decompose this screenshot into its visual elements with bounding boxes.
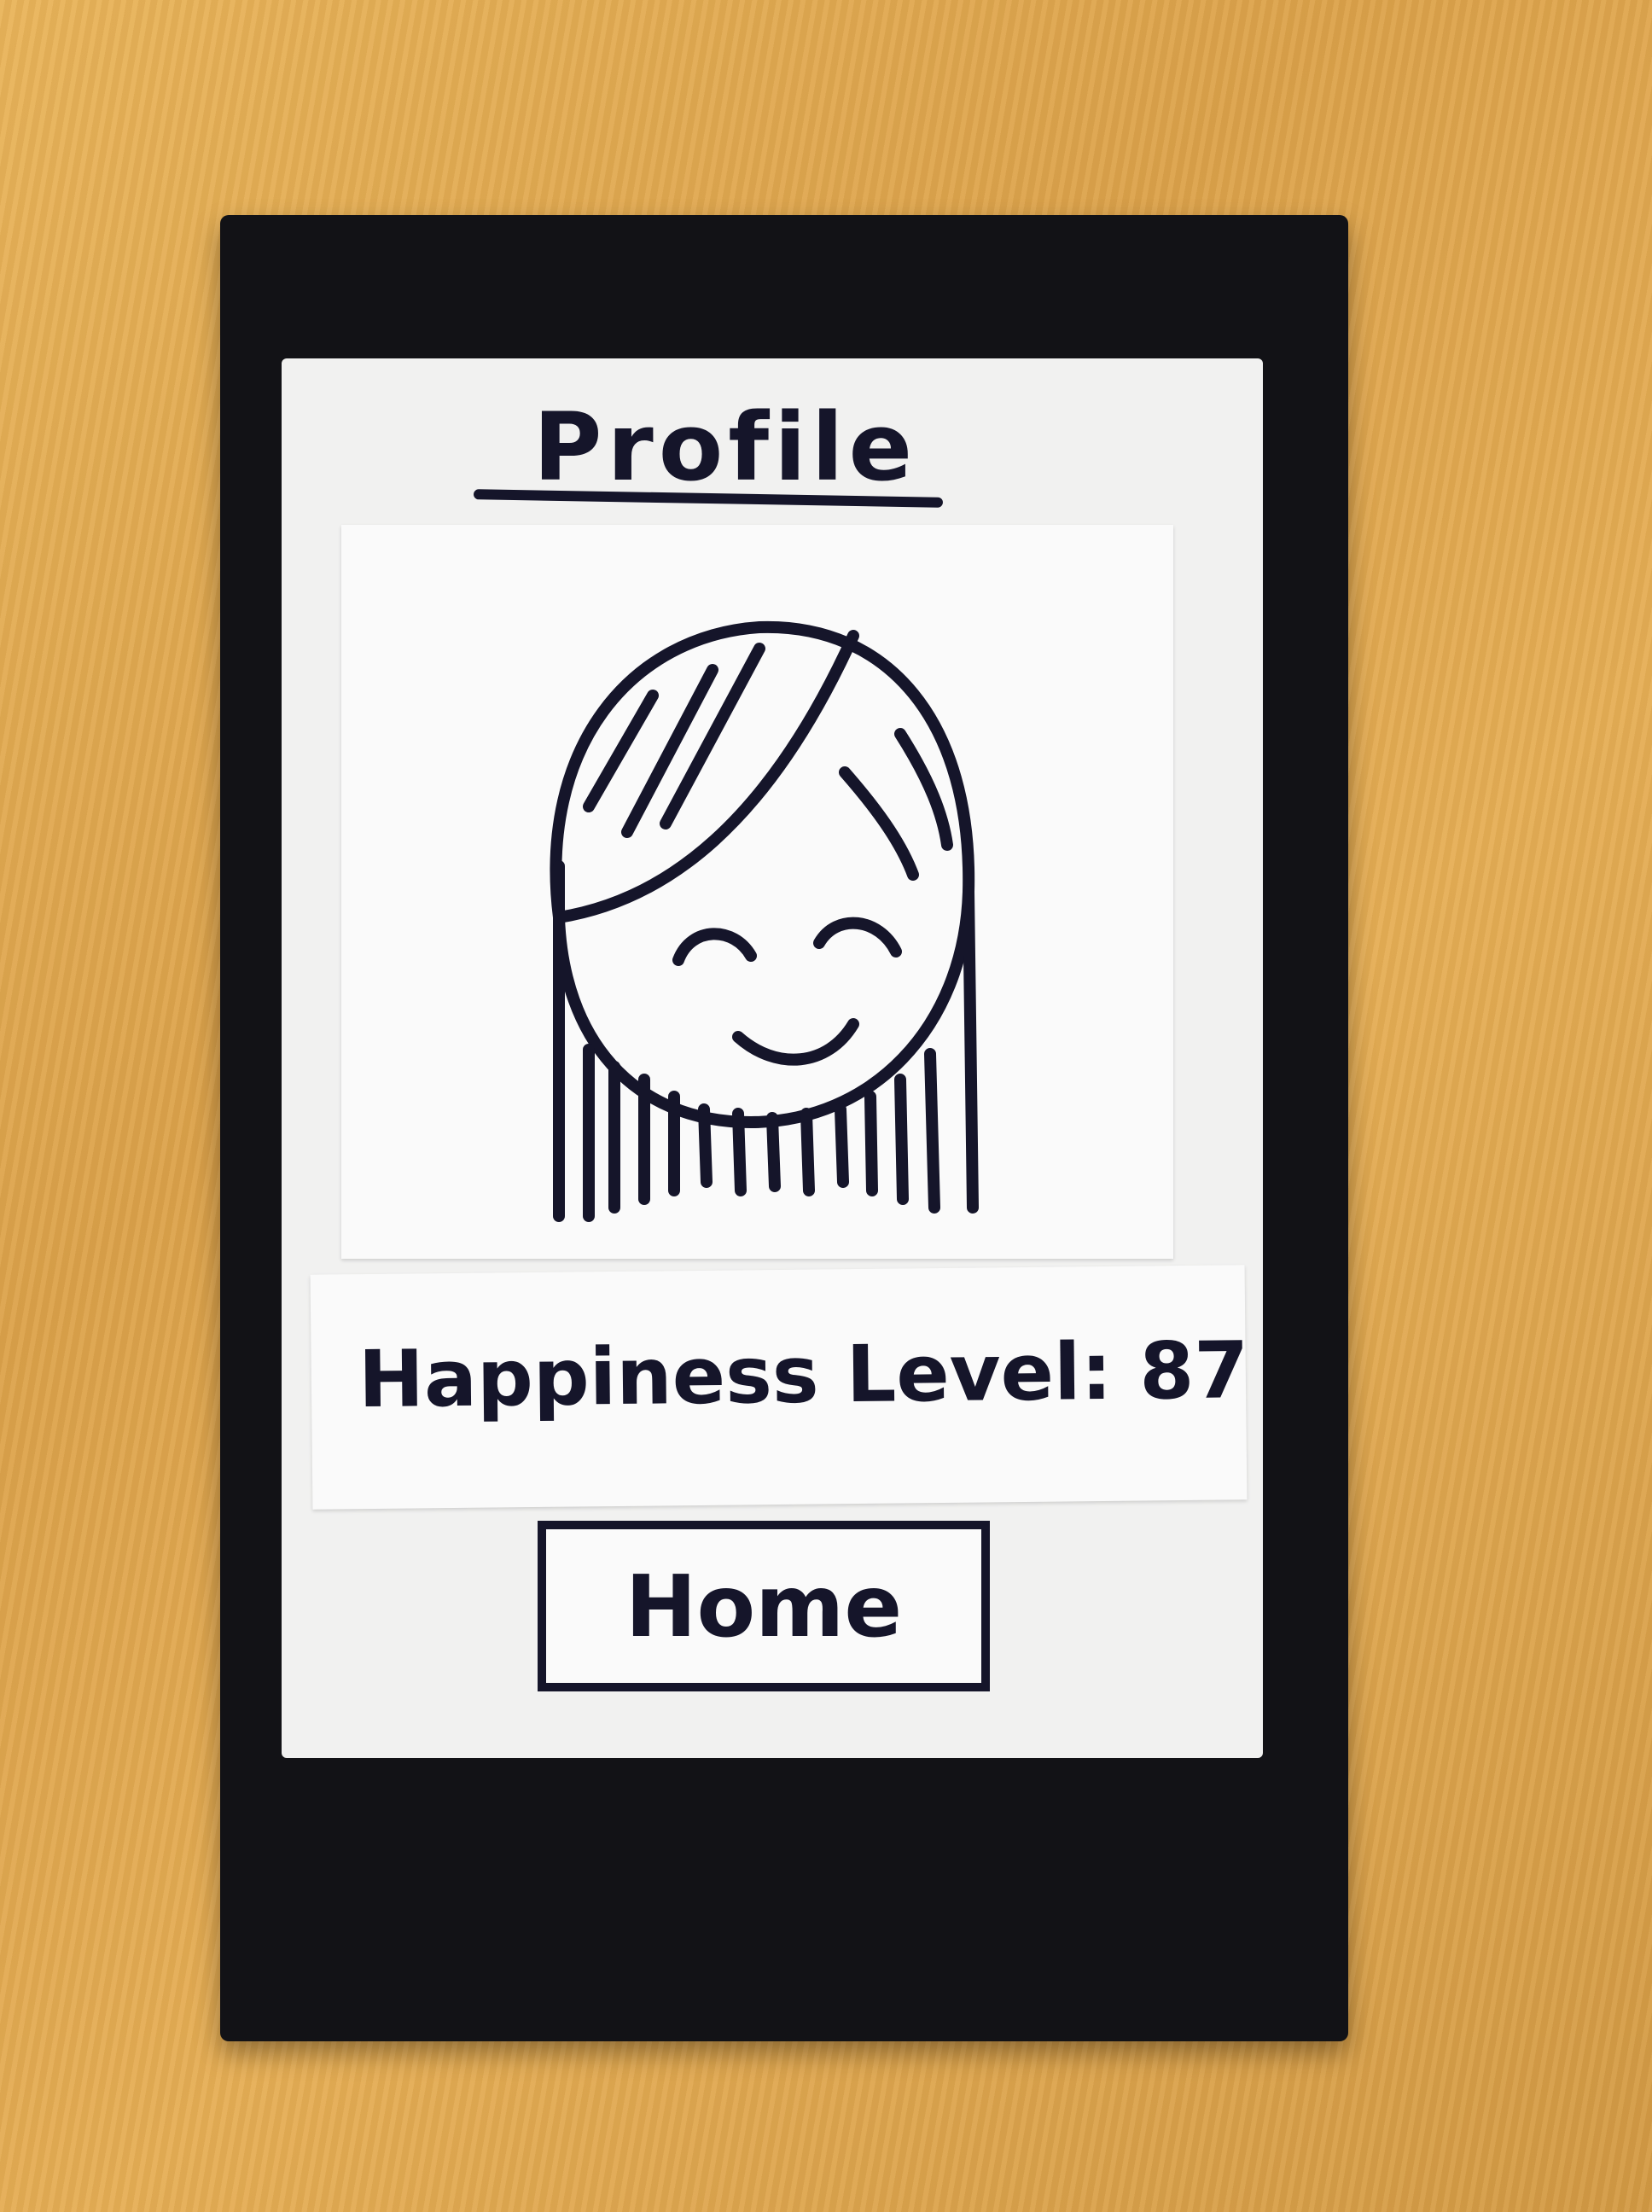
avatar-icon	[550, 620, 979, 1222]
avatar-card	[341, 525, 1173, 1259]
happiness-card: Happiness Level: 87	[310, 1265, 1249, 1510]
happiness-label: Happiness Level:	[358, 1325, 1113, 1426]
avatar-hair-strand	[924, 1048, 940, 1214]
avatar-hair-side-right	[963, 886, 979, 1214]
happiness-level-readout: Happiness Level: 87	[358, 1324, 1249, 1425]
avatar-hair-strand	[800, 1108, 815, 1196]
page-title: Profile	[532, 393, 918, 502]
avatar-hair-strand	[894, 1074, 909, 1205]
avatar-hair-strand	[766, 1112, 781, 1192]
avatar-eye-right	[813, 917, 902, 958]
happiness-value: 87	[1138, 1324, 1249, 1417]
avatar-eye-left	[672, 928, 757, 966]
avatar-hair-strand	[835, 1103, 849, 1188]
home-button[interactable]: Home	[538, 1521, 990, 1691]
avatar-hair-strand	[698, 1103, 713, 1188]
avatar-hair-strand	[732, 1108, 747, 1196]
avatar-smile	[732, 1018, 859, 1066]
avatar-hair-strand	[864, 1091, 878, 1196]
avatar-hair-strand	[839, 766, 919, 881]
